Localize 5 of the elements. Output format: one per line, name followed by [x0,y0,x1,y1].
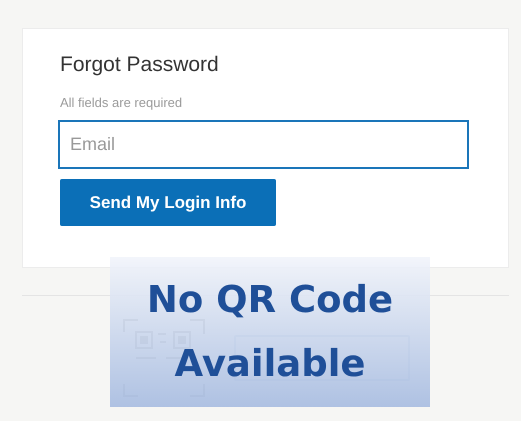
send-login-info-button[interactable]: Send My Login Info [60,179,276,226]
required-note: All fields are required [60,95,184,110]
no-qr-code-message: No QR Code Available [146,277,394,387]
email-field[interactable]: Email [58,120,469,169]
form-title: Forgot Password [60,53,220,77]
